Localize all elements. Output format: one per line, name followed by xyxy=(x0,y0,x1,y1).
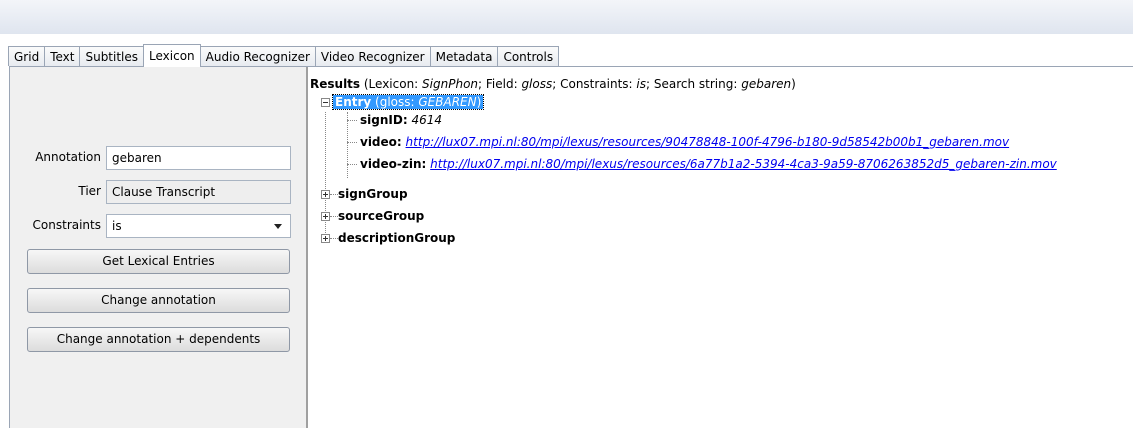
split-pane-divider[interactable] xyxy=(299,67,307,428)
window-header-band xyxy=(0,0,1133,34)
tree-line xyxy=(330,194,338,195)
group-label: descriptionGroup xyxy=(338,231,456,245)
results-constraints: is xyxy=(636,77,647,91)
constraints-value: is xyxy=(112,219,122,233)
lexicon-form-panel: Annotation gebaren Tier Clause Transcrip… xyxy=(10,67,299,428)
video-zin-row: video-zin: http://lux07.mpi.nl:80/mpi/le… xyxy=(360,157,1057,171)
tier-label: Tier xyxy=(78,184,101,198)
expand-icon[interactable] xyxy=(321,212,330,221)
expand-icon[interactable] xyxy=(321,234,330,243)
chevron-down-icon xyxy=(274,224,282,229)
video-link[interactable]: http://lux07.mpi.nl:80/mpi/lexus/resourc… xyxy=(406,135,1010,149)
lexicon-tab-content: Annotation gebaren Tier Clause Transcrip… xyxy=(9,66,1133,428)
tab-lexicon[interactable]: Lexicon xyxy=(143,44,201,67)
tree-line xyxy=(347,120,357,121)
annotation-label: Annotation xyxy=(35,150,101,164)
expand-icon[interactable] xyxy=(321,190,330,199)
entry-node-label: Entry (gloss: GEBAREN) xyxy=(331,94,485,110)
results-tree: Results (Lexicon: SignPhon; Field: gloss… xyxy=(307,67,1133,428)
results-heading: Results (Lexicon: SignPhon; Field: gloss… xyxy=(310,77,796,91)
tree-line xyxy=(347,112,348,178)
results-search-string: gebaren xyxy=(741,77,792,91)
group-node-description[interactable]: descriptionGroup xyxy=(338,231,455,245)
change-annotation-dependents-button[interactable]: Change annotation + dependents xyxy=(27,327,290,352)
tree-line xyxy=(347,142,357,143)
tab-text[interactable]: Text xyxy=(44,46,81,66)
tree-line xyxy=(330,216,338,217)
tab-bar: Grid Text Subtitles Lexicon Audio Recogn… xyxy=(8,44,560,67)
results-constraints-prefix: ; Constraints: xyxy=(552,77,637,91)
entry-paren-close: ) xyxy=(476,95,482,109)
signid-key: signID: xyxy=(360,113,408,127)
results-title: Results xyxy=(310,77,361,91)
video-key: video: xyxy=(360,135,402,149)
entry-paren-open: (gloss: xyxy=(371,95,419,109)
tab-grid[interactable]: Grid xyxy=(8,46,46,66)
tier-field: Clause Transcript xyxy=(106,180,291,204)
get-lexical-entries-button[interactable]: Get Lexical Entries xyxy=(27,249,290,274)
group-label: signGroup xyxy=(338,187,408,201)
video-zin-link[interactable]: http://lux07.mpi.nl:80/mpi/lexus/resourc… xyxy=(430,157,1057,171)
change-annotation-button[interactable]: Change annotation xyxy=(27,288,290,313)
constraints-label: Constraints xyxy=(32,218,101,232)
constraints-select[interactable]: is xyxy=(106,214,291,238)
results-search-prefix: ; Search string: xyxy=(646,77,742,91)
tab-controls[interactable]: Controls xyxy=(497,46,560,66)
entry-gloss: GEBAREN xyxy=(418,95,477,109)
entry-label: Entry xyxy=(335,95,372,109)
collapse-icon[interactable] xyxy=(321,98,330,107)
video-row: video: http://lux07.mpi.nl:80/mpi/lexus/… xyxy=(360,135,1009,149)
group-node-source[interactable]: sourceGroup xyxy=(338,209,424,223)
group-node-sign[interactable]: signGroup xyxy=(338,187,408,201)
group-label: sourceGroup xyxy=(338,209,425,223)
tab-subtitles[interactable]: Subtitles xyxy=(79,46,145,66)
results-lexicon: SignPhon xyxy=(422,77,479,91)
signid-row: signID: 4614 xyxy=(360,113,442,127)
results-field: gloss xyxy=(521,77,553,91)
signid-value: 4614 xyxy=(411,113,442,127)
tab-audio-recognizer[interactable]: Audio Recognizer xyxy=(199,46,316,66)
entry-node[interactable]: Entry (gloss: GEBAREN) xyxy=(331,94,485,110)
tab-video-recognizer[interactable]: Video Recognizer xyxy=(314,46,431,66)
results-paren-close: ) xyxy=(791,77,796,91)
tab-metadata[interactable]: Metadata xyxy=(429,46,499,66)
annotation-input[interactable]: gebaren xyxy=(106,146,291,170)
results-paren-open: (Lexicon: xyxy=(360,77,423,91)
video-zin-key: video-zin: xyxy=(360,157,427,171)
tree-line xyxy=(330,238,338,239)
tree-line xyxy=(347,164,357,165)
results-field-prefix: ; Field: xyxy=(478,77,522,91)
